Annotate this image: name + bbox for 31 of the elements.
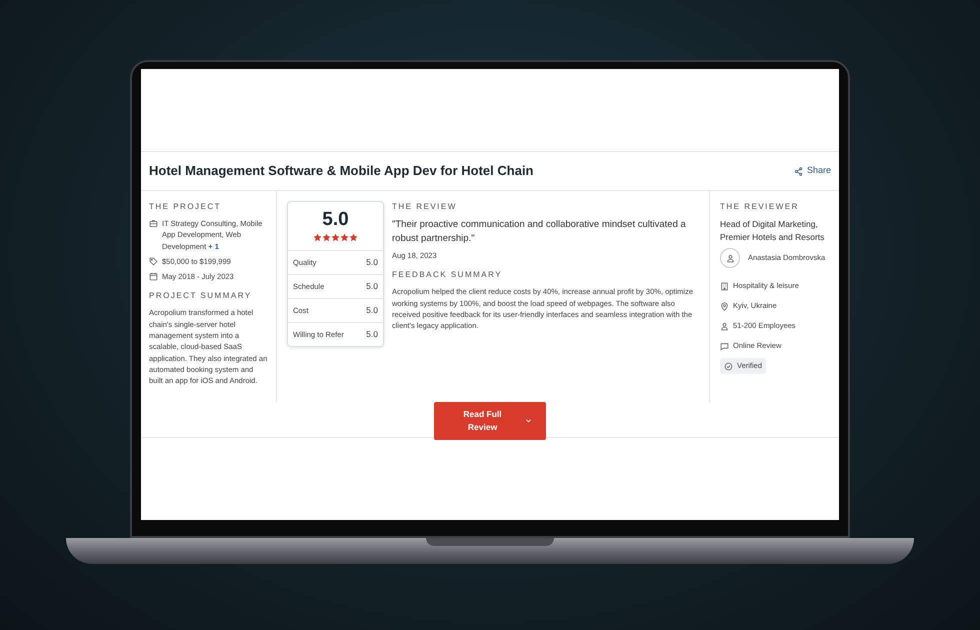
caret-icon <box>525 417 532 424</box>
avatar-icon <box>720 248 740 268</box>
person-icon <box>720 322 729 331</box>
share-icon <box>794 166 803 176</box>
read-full-review-button[interactable]: Read Full Review <box>434 402 546 440</box>
section-heading: THE REVIEWER <box>720 201 800 213</box>
location-pin-icon <box>720 302 729 311</box>
star-icon <box>313 233 322 242</box>
star-icon <box>340 233 349 242</box>
section-heading: PROJECT SUMMARY <box>149 290 253 302</box>
star-icon <box>322 233 331 242</box>
check-circle-icon <box>724 362 733 371</box>
briefcase-icon <box>149 219 158 228</box>
calendar-icon <box>149 272 158 282</box>
rating-value: 5.0 <box>366 304 378 317</box>
share-link[interactable]: Share <box>794 164 831 178</box>
star-icon <box>349 233 358 242</box>
tag-icon <box>149 256 158 266</box>
reviewer-role: Head of Digital Marketing, Premier Hotels and Resorts <box>720 218 826 244</box>
section-heading: THE REVIEW <box>392 201 458 213</box>
section-heading: THE PROJECT <box>149 201 222 213</box>
chat-bubble-icon <box>720 342 729 351</box>
rating-value: 5.0 <box>366 256 378 269</box>
page-title: Hotel Management Software & Mobile App Dev for Hotel Chain <box>149 163 534 179</box>
building-icon <box>720 282 729 291</box>
overall-score: 5.0 <box>321 210 350 229</box>
star-icon <box>331 233 340 242</box>
section-heading: FEEDBACK SUMMARY <box>392 269 504 282</box>
rating-value: 5.0 <box>366 328 378 341</box>
review-quote: "Their proactive communication and collaborative mindset cultivated a robust partnership." <box>392 218 687 246</box>
rating-value: 5.0 <box>366 280 378 293</box>
